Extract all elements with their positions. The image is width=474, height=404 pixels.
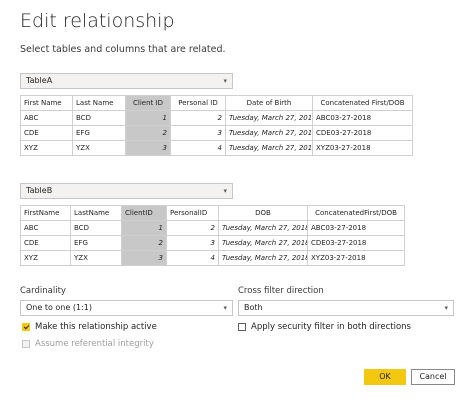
security-filter-checkbox[interactable] bbox=[238, 323, 246, 331]
table-cell[interactable]: 3 bbox=[121, 250, 167, 266]
active-relationship-option[interactable]: Make this relationship active bbox=[22, 322, 157, 332]
table-row: CDE EFG 2 3 Tuesday, March 27, 2018 CDE0… bbox=[20, 125, 413, 141]
table-cell[interactable]: 1 bbox=[125, 110, 171, 126]
table-b-preview: FirstName LastName ClientID PersonalID D… bbox=[20, 205, 405, 266]
referential-integrity-option: Assume referential integrity bbox=[22, 339, 154, 349]
column-header[interactable]: LastName bbox=[70, 205, 122, 221]
dialog-title: Edit relationship bbox=[20, 10, 175, 32]
table-cell: Tuesday, March 27, 2018 bbox=[218, 250, 308, 266]
table-row: ABC BCD 1 2 Tuesday, March 27, 2018 ABC0… bbox=[20, 110, 413, 126]
column-header[interactable]: Concatenated First/DOB bbox=[312, 95, 413, 111]
table-cell: CDE03-27-2018 bbox=[307, 235, 405, 251]
security-filter-label: Apply security filter in both directions bbox=[251, 322, 411, 332]
column-header[interactable]: DOB bbox=[218, 205, 308, 221]
ok-button[interactable]: OK bbox=[364, 369, 406, 385]
referential-integrity-checkbox bbox=[22, 340, 30, 348]
dialog-subtitle: Select tables and columns that are relat… bbox=[20, 44, 226, 55]
table-row: XYZ YZX 3 4 Tuesday, March 27, 2018 XYZ0… bbox=[20, 140, 413, 156]
active-relationship-checkbox[interactable] bbox=[22, 323, 30, 331]
referential-integrity-label: Assume referential integrity bbox=[35, 339, 154, 349]
table-cell: XYZ03-27-2018 bbox=[312, 140, 413, 156]
column-header[interactable]: FirstName bbox=[20, 205, 71, 221]
table-cell: 2 bbox=[166, 220, 219, 236]
column-header-selected[interactable]: ClientID bbox=[121, 205, 167, 221]
table-cell: CDE bbox=[20, 125, 73, 141]
table-cell: YZX bbox=[72, 140, 126, 156]
table-cell: EFG bbox=[72, 125, 126, 141]
table-cell: EFG bbox=[70, 235, 122, 251]
table-cell: Tuesday, March 27, 2018 bbox=[218, 235, 308, 251]
chevron-down-icon: ▾ bbox=[223, 77, 227, 85]
active-relationship-label: Make this relationship active bbox=[35, 322, 157, 332]
column-header[interactable]: PersonalID bbox=[166, 205, 219, 221]
chevron-down-icon: ▾ bbox=[444, 304, 448, 312]
cross-filter-select[interactable]: Both ▾ bbox=[238, 300, 454, 316]
table-cell[interactable]: 3 bbox=[125, 140, 171, 156]
table-cell: XYZ03-27-2018 bbox=[307, 250, 405, 266]
column-header-selected[interactable]: Client ID bbox=[125, 95, 171, 111]
table-a-select[interactable]: TableA ▾ bbox=[20, 73, 233, 89]
table-cell: 3 bbox=[166, 235, 219, 251]
cancel-button[interactable]: Cancel bbox=[411, 369, 455, 385]
table-cell: BCD bbox=[70, 220, 122, 236]
cardinality-select[interactable]: One to one (1:1) ▾ bbox=[20, 300, 233, 316]
column-header[interactable]: Last Name bbox=[72, 95, 126, 111]
table-cell: 4 bbox=[170, 140, 226, 156]
table-a-header-row: First Name Last Name Client ID Personal … bbox=[20, 95, 413, 111]
chevron-down-icon: ▾ bbox=[223, 187, 227, 195]
table-b-select[interactable]: TableB ▾ bbox=[20, 183, 233, 199]
table-row: XYZ YZX 3 4 Tuesday, March 27, 2018 XYZ0… bbox=[20, 250, 405, 266]
table-cell[interactable]: 1 bbox=[121, 220, 167, 236]
table-cell: ABC bbox=[20, 220, 71, 236]
table-cell: Tuesday, March 27, 2018 bbox=[225, 125, 313, 141]
chevron-down-icon: ▾ bbox=[223, 304, 227, 312]
table-a-select-value: TableA bbox=[26, 76, 53, 85]
table-a-preview: First Name Last Name Client ID Personal … bbox=[20, 95, 413, 156]
table-cell[interactable]: 2 bbox=[125, 125, 171, 141]
table-row: ABC BCD 1 2 Tuesday, March 27, 2018 ABC0… bbox=[20, 220, 405, 236]
table-cell: 3 bbox=[170, 125, 226, 141]
table-cell: ABC03-27-2018 bbox=[307, 220, 405, 236]
table-b-select-value: TableB bbox=[26, 186, 53, 195]
security-filter-option[interactable]: Apply security filter in both directions bbox=[238, 322, 411, 332]
table-cell: ABC bbox=[20, 110, 73, 126]
table-cell: Tuesday, March 27, 2018 bbox=[225, 110, 313, 126]
table-cell: 4 bbox=[166, 250, 219, 266]
table-cell: XYZ bbox=[20, 250, 71, 266]
cross-filter-value: Both bbox=[244, 303, 263, 312]
column-header[interactable]: Date of Birth bbox=[225, 95, 313, 111]
table-cell[interactable]: 2 bbox=[121, 235, 167, 251]
table-cell: YZX bbox=[70, 250, 122, 266]
cross-filter-label: Cross filter direction bbox=[238, 286, 324, 296]
table-b-header-row: FirstName LastName ClientID PersonalID D… bbox=[20, 205, 405, 221]
table-cell: Tuesday, March 27, 2018 bbox=[218, 220, 308, 236]
cardinality-label: Cardinality bbox=[20, 286, 66, 296]
column-header[interactable]: Personal ID bbox=[170, 95, 226, 111]
table-cell: CDE bbox=[20, 235, 71, 251]
table-cell: XYZ bbox=[20, 140, 73, 156]
column-header[interactable]: ConcatenatedFirst/DOB bbox=[307, 205, 405, 221]
table-row: CDE EFG 2 3 Tuesday, March 27, 2018 CDE0… bbox=[20, 235, 405, 251]
table-cell: 2 bbox=[170, 110, 226, 126]
column-header[interactable]: First Name bbox=[20, 95, 73, 111]
table-cell: ABC03-27-2018 bbox=[312, 110, 413, 126]
table-cell: CDE03-27-2018 bbox=[312, 125, 413, 141]
table-cell: BCD bbox=[72, 110, 126, 126]
cardinality-value: One to one (1:1) bbox=[26, 303, 92, 312]
table-cell: Tuesday, March 27, 2018 bbox=[225, 140, 313, 156]
